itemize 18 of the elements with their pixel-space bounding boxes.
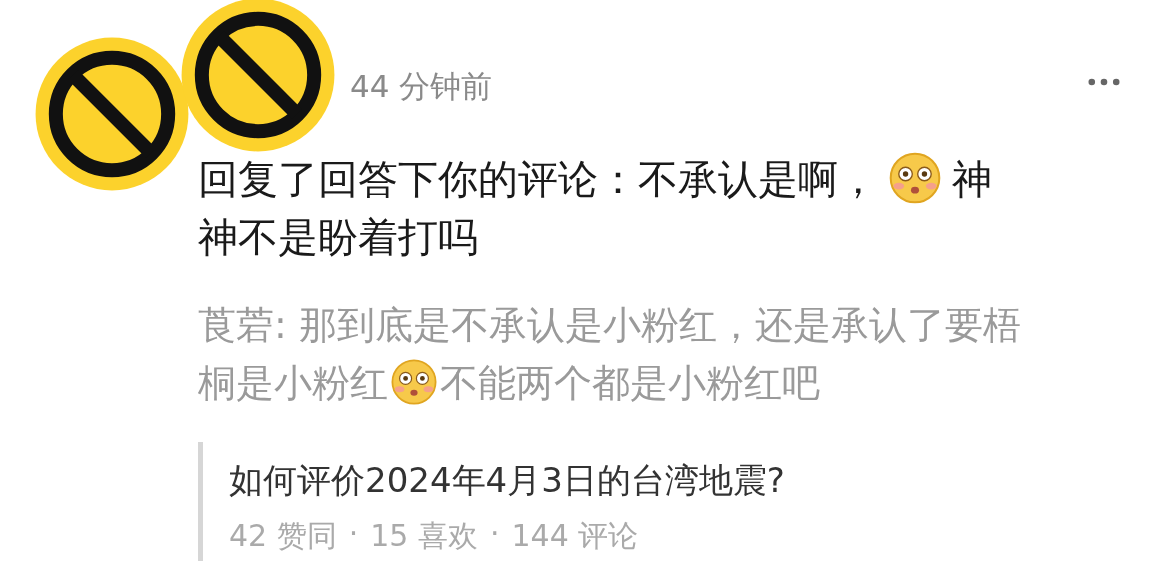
separator-dot: · (348, 516, 359, 553)
question-title[interactable]: 如何评价2024年4月3日的台湾地震? (229, 456, 1120, 504)
question-card[interactable]: 如何评价2024年4月3日的台湾地震? 42 赞同 · 15 喜欢 · 144 评论 (198, 442, 1120, 561)
stat-count: 42 赞同 (229, 517, 337, 555)
comment-text: 神 (952, 156, 992, 202)
stat-count: 15 喜欢 (370, 517, 478, 555)
separator-dot: · (490, 516, 500, 553)
comment-text: 回复了回答下你的评论：不承认是啊， (198, 156, 878, 202)
quoted-comment-text: 莨菪: 那到底是不承认是小粉红，还是承认了要梧 (198, 303, 1021, 347)
stat-count: 144 评论 (511, 517, 639, 555)
quoted-comment-text: 桐是小粉红 (198, 361, 388, 405)
prohibited-icon (34, 36, 190, 192)
timestamp: 44 分钟前 (350, 67, 493, 106)
quoted-comment-text: 不能两个都是小粉红吧 (440, 361, 820, 405)
prohibited-icon (180, 0, 336, 153)
emoji-icon (888, 151, 942, 205)
more-icon[interactable] (1088, 78, 1120, 86)
comment-text: 神不是盼着打吗 (198, 214, 478, 260)
